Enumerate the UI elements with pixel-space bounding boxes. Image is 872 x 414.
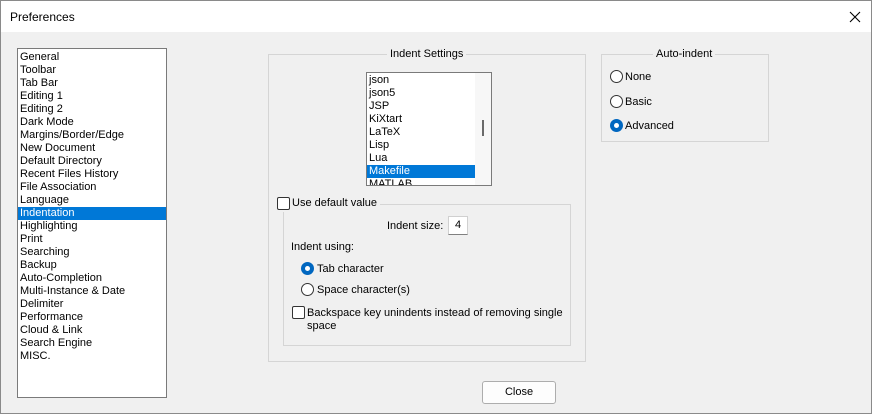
indent-size-label: Indent size: xyxy=(387,220,444,232)
window-title: Preferences xyxy=(10,10,75,24)
auto-indent-none-label: None xyxy=(625,71,652,83)
sidebar-item[interactable]: Editing 1 xyxy=(18,90,166,103)
sidebar-item[interactable]: Recent Files History xyxy=(18,168,166,181)
language-item[interactable]: Makefile xyxy=(367,165,475,178)
close-window-button[interactable] xyxy=(839,1,871,32)
tab-character-radio[interactable] xyxy=(301,262,314,275)
indent-using-label: Indent using: xyxy=(291,241,354,253)
indent-settings-title: Indent Settings xyxy=(387,48,467,61)
language-list-scrollbar[interactable] xyxy=(475,73,491,185)
sidebar-item[interactable]: Tab Bar xyxy=(18,77,166,90)
sidebar-item[interactable]: Print xyxy=(18,233,166,246)
backspace-unindent-label-line2: space xyxy=(307,320,337,332)
sidebar-item[interactable]: General xyxy=(18,51,166,64)
language-item[interactable]: json5 xyxy=(367,87,475,100)
language-item[interactable]: Lisp xyxy=(367,139,475,152)
auto-indent-basic-radio[interactable] xyxy=(610,95,623,108)
sidebar-item[interactable]: Search Engine xyxy=(18,337,166,350)
sidebar-item[interactable]: Highlighting xyxy=(18,220,166,233)
indent-size-input[interactable]: 4 xyxy=(448,216,468,235)
sidebar-item[interactable]: Toolbar xyxy=(18,64,166,77)
auto-indent-advanced-label: Advanced xyxy=(625,120,674,132)
language-list[interactable]: json json5 JSP KiXtart LaTeX Lisp Lua Makefile M… xyxy=(366,72,492,186)
language-item[interactable]: LaTeX xyxy=(367,126,475,139)
sidebar-item[interactable]: Dark Mode xyxy=(18,116,166,129)
title-bar: Preferences xyxy=(1,1,871,32)
language-item[interactable]: KiXtart xyxy=(367,113,475,126)
language-item[interactable]: Lua xyxy=(367,152,475,165)
sidebar-item[interactable]: Margins/Border/Edge xyxy=(18,129,166,142)
sidebar-item[interactable]: Delimiter xyxy=(18,298,166,311)
sidebar-item[interactable]: Editing 2 xyxy=(18,103,166,116)
backspace-unindent-checkbox[interactable] xyxy=(292,306,305,319)
language-item[interactable]: MATLAB xyxy=(367,178,475,185)
tab-character-label: Tab character xyxy=(317,263,384,275)
sidebar-item[interactable]: Searching xyxy=(18,246,166,259)
sidebar-item[interactable]: Backup xyxy=(18,259,166,272)
sidebar-item[interactable]: New Document xyxy=(18,142,166,155)
sidebar-item[interactable]: File Association xyxy=(18,181,166,194)
language-item[interactable]: json xyxy=(367,74,475,87)
backspace-unindent-label-line1: Backspace key unindents instead of remov… xyxy=(307,307,563,319)
preferences-dialog: Preferences General Toolbar Tab Bar Editing… xyxy=(0,0,872,414)
sidebar-item[interactable]: Multi-Instance & Date xyxy=(18,285,166,298)
scrollbar-thumb[interactable] xyxy=(482,120,484,136)
category-list[interactable]: General Toolbar Tab Bar Editing 1 Editing 2D… xyxy=(17,48,167,398)
sidebar-item[interactable]: MISC. xyxy=(18,350,166,363)
sidebar-item[interactable]: Language xyxy=(18,194,166,207)
auto-indent-none-radio[interactable] xyxy=(610,70,623,83)
use-default-label: Use default value xyxy=(292,197,377,209)
close-button[interactable]: Close xyxy=(482,381,556,404)
use-default-checkbox[interactable] xyxy=(277,197,290,210)
auto-indent-basic-label: Basic xyxy=(625,96,652,108)
sidebar-item[interactable]: Auto-Completion xyxy=(18,272,166,285)
auto-indent-advanced-radio[interactable] xyxy=(610,119,623,132)
sidebar-item[interactable]: Default Directory xyxy=(18,155,166,168)
sidebar-item[interactable]: Indentation xyxy=(18,207,166,220)
sidebar-item[interactable]: Performance xyxy=(18,311,166,324)
sidebar-item[interactable]: Cloud & Link xyxy=(18,324,166,337)
space-character-radio[interactable] xyxy=(301,283,314,296)
language-item[interactable]: JSP xyxy=(367,100,475,113)
auto-indent-title: Auto-indent xyxy=(653,48,716,61)
close-icon xyxy=(849,11,861,22)
space-character-label: Space character(s) xyxy=(317,284,410,296)
